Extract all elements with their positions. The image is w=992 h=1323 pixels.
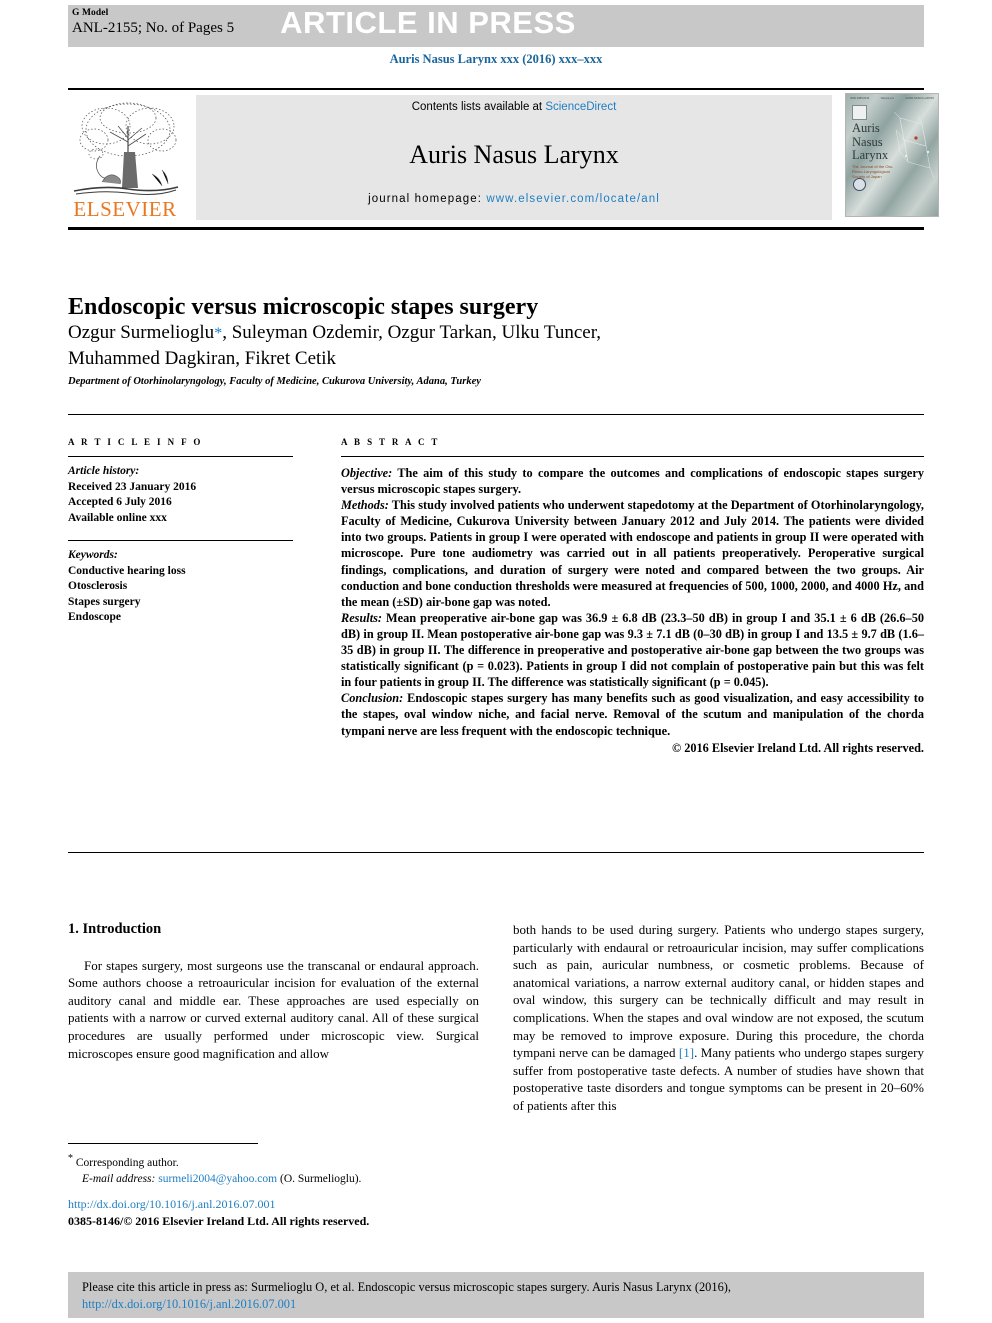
abstract-heading: A B S T R A C T [341, 437, 440, 447]
body-column-right: both hands to be used during surgery. Pa… [513, 921, 924, 1115]
reference-link-1[interactable]: [1] [679, 1045, 694, 1060]
author-rest-line2: Muhammed Dagkiran, Fikret Cetik [68, 348, 337, 369]
abstract-results: Results: Mean preoperative air-bone gap … [341, 610, 924, 690]
email-owner: (O. Surmelioglu). [277, 1172, 362, 1185]
abstract-conclusion-text: Endoscopic stapes surgery has many benef… [341, 691, 924, 738]
journal-reference-line[interactable]: Auris Nasus Larynx xxx (2016) xxx–xxx [0, 52, 992, 67]
article-history-label: Article history: [68, 465, 140, 477]
cite-footer-text: Please cite this article in press as: Su… [82, 1280, 731, 1294]
abstract-objective: Objective: The aim of this study to comp… [341, 465, 924, 497]
abstract-results-label: Results: [341, 610, 382, 625]
footnote-block: * Corresponding author. E-mail address: … [68, 1151, 488, 1187]
abstract-methods-text: This study involved patients who underwe… [341, 498, 924, 609]
masthead-top-rule [68, 88, 924, 90]
corresponding-author-marker[interactable]: * [214, 325, 222, 342]
contents-prefix: Contents lists available at [411, 101, 546, 113]
issn-copyright-line: 0385-8146/© 2016 Elsevier Ireland Ltd. A… [68, 1214, 370, 1228]
section-title-introduction: 1. Introduction [68, 921, 162, 937]
elsevier-logo: ELSEVIER [66, 96, 184, 220]
footnote-rule [68, 1143, 258, 1144]
email-note: E-mail address: surmeli2004@yahoo.com (O… [68, 1171, 488, 1187]
abstract-bottom-rule [68, 852, 924, 853]
sciencedirect-link[interactable]: ScienceDirect [545, 101, 616, 113]
author-first: Ozgur Surmelioglu [68, 322, 215, 343]
abstract-column: A B S T R A C T Objective: The aim of th… [341, 437, 924, 756]
elsevier-tree-icon [73, 102, 179, 195]
keyword-item: Otosclerosis [68, 580, 128, 592]
article-available-online: Available online xxx [68, 511, 167, 524]
keywords-label: Keywords: [68, 549, 118, 561]
article-accepted-date: Accepted 6 July 2016 [68, 496, 172, 508]
journal-homepage-link[interactable]: www.elsevier.com/locate/anl [486, 193, 660, 205]
abstract-results-text: Mean preoperative air-bone gap was 36.9 … [341, 610, 924, 690]
intro-paragraph-left: For stapes surgery, most surgeons use th… [68, 957, 479, 1061]
abstract-objective-label: Objective: [341, 466, 393, 480]
doi-block: http://dx.doi.org/10.1016/j.anl.2016.07.… [68, 1196, 528, 1230]
author-affiliation: Department of Otorhinolaryngology, Facul… [68, 376, 481, 387]
abstract-rule [341, 456, 924, 457]
journal-title: Auris Nasus Larynx [409, 140, 619, 169]
info-section-top-rule [68, 414, 924, 415]
abstract-methods-label: Methods: [341, 498, 389, 513]
page-title: Endoscopic versus microscopic stapes sur… [68, 294, 539, 321]
abstract-conclusion: Conclusion: Endoscopic stapes surgery ha… [341, 690, 924, 738]
keyword-item: Endoscope [68, 611, 122, 623]
abstract-objective-text: The aim of this study to compare the out… [341, 466, 924, 497]
journal-homepage-line: journal homepage: www.elsevier.com/locat… [196, 193, 832, 205]
doi-link[interactable]: http://dx.doi.org/10.1016/j.anl.2016.07.… [68, 1196, 528, 1213]
author-list: Ozgur Surmelioglu*, Suleyman Ozdemir, Oz… [68, 320, 898, 371]
article-in-press-title: ARTICLE IN PRESS [280, 5, 576, 40]
keyword-item: Conductive hearing loss [68, 564, 186, 577]
cite-article-footer: Please cite this article in press as: Su… [68, 1272, 924, 1318]
cover-lattice-graphic [893, 111, 935, 179]
cite-footer-doi-link[interactable]: http://dx.doi.org/10.1016/j.anl.2016.07.… [82, 1297, 296, 1311]
article-info-column: A R T I C L E I N F O Article history: R… [68, 437, 293, 626]
abstract-conclusion-label: Conclusion: [341, 691, 404, 706]
intro-right-part1: both hands to be used during surgery. Pa… [513, 922, 924, 1061]
author-rest-line1: , Suleyman Ozdemir, Ozgur Tarkan, Ulku T… [222, 322, 602, 343]
contents-available-line: Contents lists available at ScienceDirec… [196, 101, 832, 113]
corresponding-author-note: * Corresponding author. [68, 1151, 488, 1171]
email-address-link[interactable]: surmeli2004@yahoo.com [158, 1173, 277, 1185]
abstract-methods: Methods: This study involved patients wh… [341, 497, 924, 610]
abstract-copyright: © 2016 Elsevier Ireland Ltd. All rights … [671, 740, 924, 755]
body-column-left: 1. Introduction For stapes surgery, most… [68, 921, 479, 1062]
intro-paragraph-right: both hands to be used during surgery. Pa… [513, 921, 924, 1115]
masthead-bottom-rule [68, 227, 924, 230]
email-address-label: E-mail address: [82, 1172, 156, 1185]
article-received-date: Received 23 January 2016 [68, 480, 197, 493]
abstract-body: Objective: The aim of this study to comp… [341, 465, 924, 756]
corresponding-author-text: Corresponding author. [73, 1156, 179, 1169]
homepage-prefix: journal homepage: [368, 193, 487, 205]
keyword-item: Stapes surgery [68, 595, 141, 608]
elsevier-wordmark: ELSEVIER [73, 197, 177, 221]
article-info-rule-2 [68, 540, 293, 541]
journal-cover-thumbnail[interactable]: ISSN 0385-8146 Volume xxx AURIS NASUS LA… [845, 93, 939, 217]
article-info-rule-1 [68, 456, 293, 457]
article-info-heading: A R T I C L E I N F O [68, 437, 203, 447]
